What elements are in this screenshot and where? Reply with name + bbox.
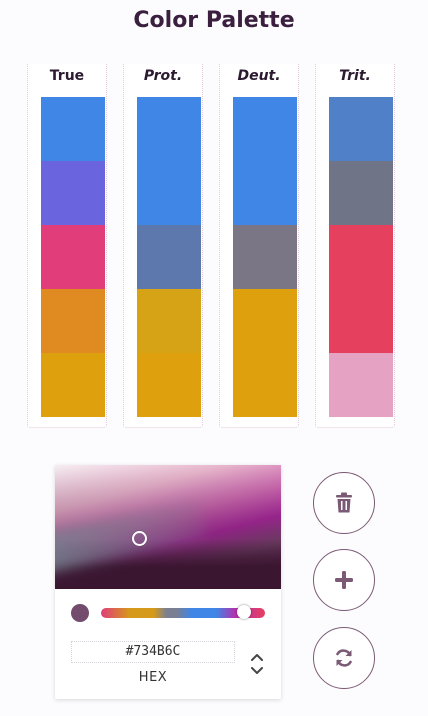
format-label: HEX bbox=[138, 670, 168, 685]
color-preview-swatch bbox=[71, 604, 89, 622]
palette-column-tritanopia: Trit. bbox=[315, 64, 395, 428]
format-toggle[interactable] bbox=[247, 651, 267, 677]
color-swatch[interactable] bbox=[233, 289, 297, 353]
color-swatch[interactable] bbox=[329, 353, 393, 417]
color-swatch[interactable] bbox=[329, 161, 393, 225]
column-label: Trit. bbox=[339, 68, 371, 84]
delete-color-button[interactable] bbox=[313, 472, 375, 534]
color-swatch[interactable] bbox=[137, 353, 201, 417]
column-label: Deut. bbox=[237, 68, 281, 84]
palette-column-protanopia: Prot. bbox=[123, 64, 203, 428]
palette-column-deuteranopia: Deut. bbox=[219, 64, 299, 428]
color-swatch[interactable] bbox=[137, 225, 201, 289]
color-swatch[interactable] bbox=[233, 225, 297, 289]
color-swatch[interactable] bbox=[137, 289, 201, 353]
color-swatch[interactable] bbox=[41, 225, 105, 289]
color-swatch[interactable] bbox=[329, 225, 393, 289]
color-swatch[interactable] bbox=[233, 97, 297, 161]
palette-column-true: True bbox=[27, 64, 107, 428]
color-swatch[interactable] bbox=[137, 161, 201, 225]
plus-icon bbox=[335, 571, 353, 589]
color-swatch[interactable] bbox=[41, 97, 105, 161]
color-swatch[interactable] bbox=[329, 97, 393, 161]
add-color-button[interactable] bbox=[313, 549, 375, 611]
trash-icon bbox=[336, 492, 352, 513]
hue-slider-thumb[interactable] bbox=[236, 605, 251, 619]
page-title: Color Palette bbox=[133, 8, 295, 33]
color-swatch[interactable] bbox=[233, 161, 297, 225]
color-swatch[interactable] bbox=[41, 161, 105, 225]
saturation-area[interactable] bbox=[55, 465, 281, 589]
column-label: Prot. bbox=[143, 68, 183, 84]
chevron-up-down-icon bbox=[251, 654, 263, 674]
color-swatch[interactable] bbox=[41, 289, 105, 353]
color-swatch[interactable] bbox=[233, 353, 297, 417]
color-swatch[interactable] bbox=[41, 353, 105, 417]
column-label: True bbox=[49, 68, 85, 84]
color-swatch[interactable] bbox=[329, 289, 393, 353]
refresh-icon bbox=[336, 649, 352, 667]
saturation-cursor[interactable] bbox=[132, 531, 147, 546]
color-swatch[interactable] bbox=[137, 97, 201, 161]
color-picker: HEX bbox=[55, 465, 281, 699]
refresh-palette-button[interactable] bbox=[313, 627, 375, 689]
hex-input[interactable] bbox=[71, 641, 235, 663]
